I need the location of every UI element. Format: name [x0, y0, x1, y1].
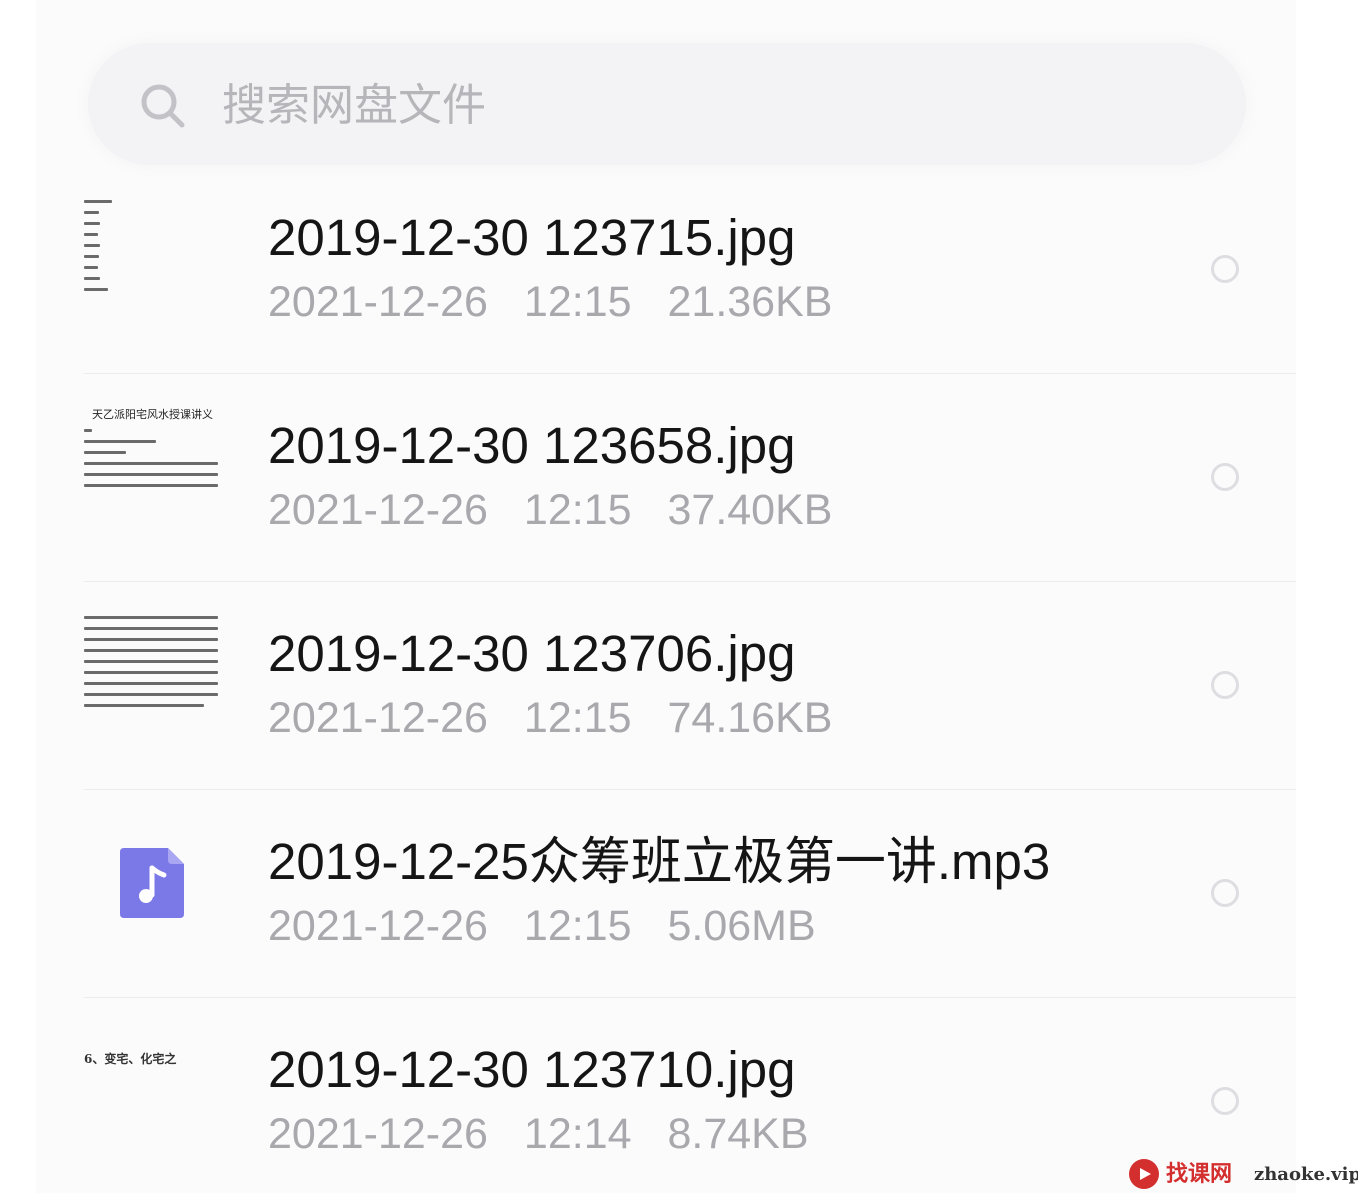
- watermark: 找课网 zhaoke.vip: [1128, 1158, 1358, 1193]
- file-name: 2019-12-30 123658.jpg: [268, 417, 796, 474]
- file-size: 74.16KB: [667, 694, 833, 742]
- thumbnail-title: 天乙派阳宅风水授课讲义: [92, 408, 213, 421]
- file-name: 2019-12-25众筹班立极第一讲.mp3: [268, 833, 1051, 890]
- file-date: 2021-12-26: [268, 694, 488, 742]
- file-meta: 2021-12-26 12:15 37.40KB: [268, 484, 856, 536]
- select-radio[interactable]: [1211, 463, 1239, 491]
- file-thumbnail: 6、变宅、化宅之: [84, 1032, 220, 1152]
- file-thumbnail: [84, 616, 220, 736]
- thumbnail-title: 6、变宅、化宅之: [84, 1052, 177, 1066]
- file-meta: 2021-12-26 12:14 8.74KB: [268, 1108, 833, 1160]
- file-time: 12:14: [523, 1110, 632, 1158]
- file-size: 37.40KB: [667, 486, 833, 534]
- search-input[interactable]: [222, 70, 1022, 140]
- file-name: 2019-12-30 123706.jpg: [268, 625, 796, 682]
- music-note-icon: [120, 848, 184, 918]
- file-date: 2021-12-26: [268, 1110, 488, 1158]
- file-row[interactable]: 6、变宅、化宅之 2019-12-30 123710.jpg 2021-12-2…: [84, 998, 1296, 1193]
- file-name: 2019-12-30 123710.jpg: [268, 1041, 796, 1098]
- file-meta: 2021-12-26 12:15 21.36KB: [268, 276, 856, 328]
- select-radio[interactable]: [1211, 671, 1239, 699]
- file-time: 12:15: [523, 278, 632, 326]
- file-row[interactable]: 2019-12-30 123715.jpg 2021-12-26 12:15 2…: [84, 166, 1296, 374]
- file-time: 12:15: [523, 902, 632, 950]
- file-name: 2019-12-30 123715.jpg: [268, 209, 796, 266]
- select-radio[interactable]: [1211, 255, 1239, 283]
- file-date: 2021-12-26: [268, 278, 488, 326]
- play-logo-icon: [1129, 1159, 1159, 1189]
- watermark-domain: zhaoke.vip: [1254, 1164, 1358, 1185]
- select-radio[interactable]: [1211, 1087, 1239, 1115]
- file-meta: 2021-12-26 12:15 74.16KB: [268, 692, 856, 744]
- select-radio[interactable]: [1211, 879, 1239, 907]
- file-thumbnail: [84, 200, 220, 320]
- file-meta: 2021-12-26 12:15 5.06MB: [268, 900, 840, 952]
- file-time: 12:15: [523, 694, 632, 742]
- file-list: 2019-12-30 123715.jpg 2021-12-26 12:15 2…: [84, 166, 1296, 1193]
- file-size: 5.06MB: [667, 902, 816, 950]
- file-row[interactable]: 2019-12-25众筹班立极第一讲.mp3 2021-12-26 12:15 …: [84, 790, 1296, 998]
- watermark-text: 找课网: [1166, 1161, 1233, 1187]
- file-date: 2021-12-26: [268, 902, 488, 950]
- file-size: 8.74KB: [667, 1110, 809, 1158]
- file-row[interactable]: 天乙派阳宅风水授课讲义 2019-12-30 123658.jpg 2021-1…: [84, 374, 1296, 582]
- file-size: 21.36KB: [667, 278, 833, 326]
- file-time: 12:15: [523, 486, 632, 534]
- file-row[interactable]: 2019-12-30 123706.jpg 2021-12-26 12:15 7…: [84, 582, 1296, 790]
- cloud-drive-file-browser: 2019-12-30 123715.jpg 2021-12-26 12:15 2…: [0, 0, 1358, 1193]
- file-thumbnail: 天乙派阳宅风水授课讲义: [84, 408, 220, 528]
- search-icon[interactable]: [139, 82, 187, 130]
- file-date: 2021-12-26: [268, 486, 488, 534]
